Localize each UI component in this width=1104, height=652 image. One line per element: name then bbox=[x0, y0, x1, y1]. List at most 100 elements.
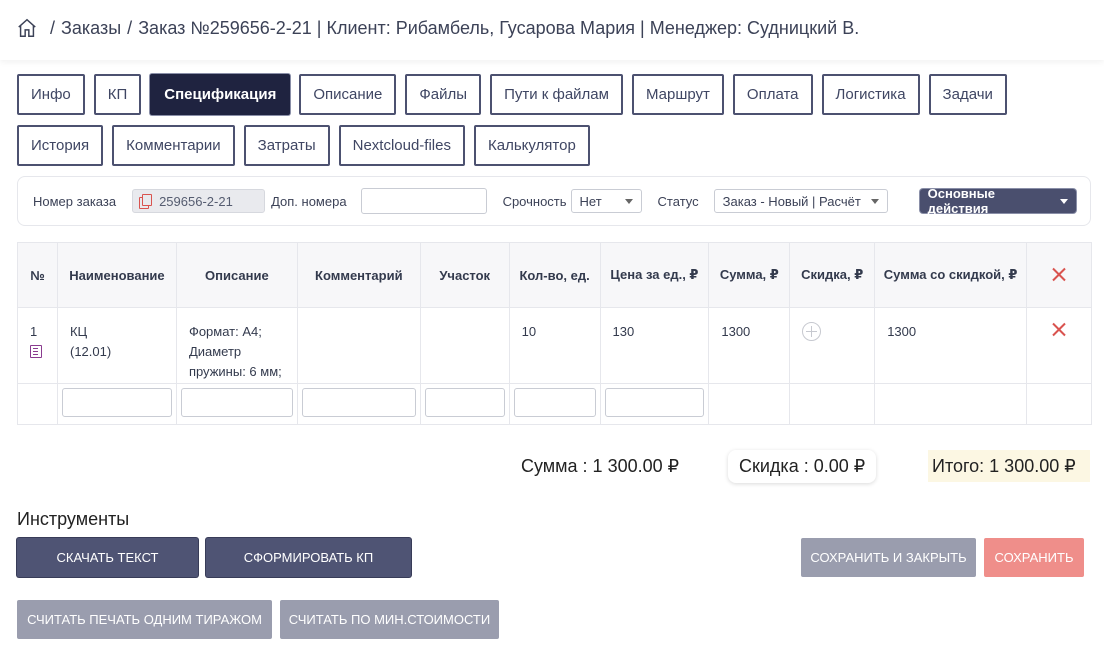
order-number-value: 259656-2-21 bbox=[159, 193, 233, 209]
grand-total: Итого: 1 300.00 ₽ bbox=[928, 450, 1090, 482]
empty-cell bbox=[708, 383, 791, 425]
calc-min-cost-button[interactable]: Считать по мин.стоимости bbox=[280, 600, 499, 639]
table-header-row: № Наименование Описание Комментарий Учас… bbox=[17, 242, 1093, 308]
totals-bar: Сумма : 1 300.00 ₽ Скидка : 0.00 ₽ Итого… bbox=[0, 450, 1104, 484]
download-text-button[interactable]: Скачать текст bbox=[17, 538, 198, 577]
delete-all-icon[interactable] bbox=[1052, 267, 1066, 281]
column-header: Комментарий bbox=[296, 242, 421, 308]
calculator-icon[interactable] bbox=[30, 345, 42, 358]
specification-table: № Наименование Описание Комментарий Учас… bbox=[17, 242, 1093, 425]
urgency-select[interactable]: Нет bbox=[570, 189, 642, 213]
new-price-cell bbox=[599, 383, 710, 425]
copy-icon[interactable] bbox=[139, 193, 153, 209]
unit-price-cell: 130 bbox=[599, 307, 710, 384]
status-label: Статус bbox=[657, 193, 699, 209]
tab-route[interactable]: Маршрут bbox=[631, 74, 724, 115]
new-description-cell bbox=[175, 383, 298, 425]
new-name-cell bbox=[56, 383, 177, 425]
section-cell bbox=[419, 307, 510, 384]
column-header: Сумма, ₽ bbox=[708, 242, 791, 308]
header: / Заказы / Заказ №259656-2-21 | Клиент: … bbox=[0, 0, 1104, 60]
new-description-input[interactable] bbox=[180, 388, 293, 417]
new-quantity-input[interactable] bbox=[513, 388, 596, 417]
empty-cell bbox=[17, 383, 58, 425]
chevron-down-icon bbox=[870, 198, 879, 204]
new-quantity-cell bbox=[508, 383, 601, 425]
urgency-value: Нет bbox=[579, 193, 602, 209]
calc-one-run-button[interactable]: Считать печать одним тиражом bbox=[17, 600, 272, 639]
save-button[interactable]: Сохранить bbox=[984, 538, 1084, 577]
column-header: Описание bbox=[175, 242, 298, 308]
total-sum: Сумма : 1 300.00 ₽ bbox=[521, 456, 680, 476]
empty-cell bbox=[874, 383, 1027, 425]
tab-comments[interactable]: Комментарии bbox=[112, 125, 235, 166]
new-item-row bbox=[17, 383, 1093, 425]
item-name: КЦ bbox=[69, 324, 88, 339]
tab-files[interactable]: Файлы bbox=[405, 74, 482, 115]
column-header: Скидка, ₽ bbox=[789, 242, 876, 308]
status-select[interactable]: Заказ - Новый | Расчёт bbox=[713, 189, 888, 213]
row-number-cell: 1 bbox=[17, 307, 58, 384]
make-kp-button[interactable]: Сформировать КП bbox=[206, 538, 411, 577]
save-and-close-button[interactable]: Сохранить и закрыть bbox=[801, 538, 976, 577]
name-cell: КЦ (12.01) bbox=[56, 307, 177, 384]
extra-numbers-label: Доп. номера bbox=[271, 193, 347, 209]
discounted-sum-cell: 1300 bbox=[874, 307, 1027, 384]
comment-cell bbox=[296, 307, 421, 384]
column-header: Кол-во, ед. bbox=[508, 242, 601, 308]
empty-cell bbox=[789, 383, 876, 425]
empty-cell bbox=[1025, 383, 1093, 425]
column-header: Цена за ед., ₽ bbox=[599, 242, 710, 308]
item-description: Формат: А4; Диаметр пружины: 6 мм; bbox=[188, 324, 282, 379]
breadcrumb-separator: / bbox=[127, 17, 133, 38]
chevron-down-icon bbox=[624, 198, 633, 204]
tab-history[interactable]: История bbox=[17, 125, 104, 166]
extra-numbers-input[interactable] bbox=[360, 188, 487, 214]
new-section-cell bbox=[419, 383, 510, 425]
add-discount-icon[interactable] bbox=[802, 322, 822, 341]
new-price-input[interactable] bbox=[604, 388, 705, 417]
item-code: (12.01) bbox=[69, 344, 112, 359]
order-filter-bar: Номер заказа 259656-2-21 Доп. номера Сро… bbox=[17, 176, 1091, 226]
column-header: Наименование bbox=[56, 242, 177, 308]
chevron-down-icon bbox=[1059, 198, 1068, 204]
tab-tasks[interactable]: Задачи bbox=[928, 74, 1007, 115]
tab-description[interactable]: Описание bbox=[299, 74, 397, 115]
new-name-input[interactable] bbox=[61, 388, 172, 417]
tab-payment[interactable]: Оплата bbox=[732, 74, 813, 115]
order-number-label: Номер заказа bbox=[33, 193, 117, 209]
breadcrumb-separator: / bbox=[50, 17, 56, 38]
breadcrumb: / Заказы / Заказ №259656-2-21 | Клиент: … bbox=[16, 17, 859, 39]
tab-row-2: История Комментарии Затраты Nextcloud-fi… bbox=[17, 125, 1097, 166]
tab-calculator[interactable]: Калькулятор bbox=[473, 125, 590, 166]
column-header: Участок bbox=[419, 242, 510, 308]
home-icon[interactable] bbox=[16, 17, 38, 39]
row-number: 1 bbox=[30, 324, 38, 339]
sum-cell: 1300 bbox=[708, 307, 791, 384]
main-actions-label: Основные действия bbox=[927, 186, 995, 216]
column-header: № bbox=[17, 242, 58, 308]
tab-file-paths[interactable]: Пути к файлам bbox=[490, 74, 623, 115]
tab-specification[interactable]: Спецификация bbox=[150, 74, 291, 115]
total-discount: Скидка : 0.00 ₽ bbox=[728, 450, 877, 483]
tab-nextcloud-files[interactable]: Nextcloud-files bbox=[338, 125, 465, 166]
new-section-input[interactable] bbox=[424, 388, 505, 417]
main-actions-dropdown[interactable]: Основные действия bbox=[919, 186, 1076, 216]
urgency-label: Срочность bbox=[502, 193, 567, 209]
table-row: 1 КЦ (12.01) Формат: А4; Диаметр пружины… bbox=[17, 307, 1093, 384]
tab-row-1: Инфо КП Спецификация Описание Файлы Пути… bbox=[17, 74, 1097, 115]
tab-info[interactable]: Инфо bbox=[17, 74, 85, 115]
breadcrumb-orders-link[interactable]: Заказы bbox=[61, 18, 121, 39]
delete-row-cell bbox=[1025, 307, 1093, 384]
tools-title: Инструменты bbox=[17, 509, 130, 529]
tab-costs[interactable]: Затраты bbox=[243, 125, 330, 166]
delete-all-cell bbox=[1025, 242, 1093, 308]
new-comment-input[interactable] bbox=[301, 388, 416, 417]
delete-row-icon[interactable] bbox=[1052, 322, 1066, 336]
tab-logistics[interactable]: Логистика bbox=[821, 74, 920, 115]
tab-kp[interactable]: КП bbox=[93, 74, 142, 115]
new-comment-cell bbox=[296, 383, 421, 425]
breadcrumb-current-order: Заказ №259656-2-21 | Клиент: Рибамбель, … bbox=[138, 17, 860, 38]
order-number-field: 259656-2-21 bbox=[132, 189, 266, 213]
description-cell: Формат: А4; Диаметр пружины: 6 мм; bbox=[175, 307, 298, 384]
